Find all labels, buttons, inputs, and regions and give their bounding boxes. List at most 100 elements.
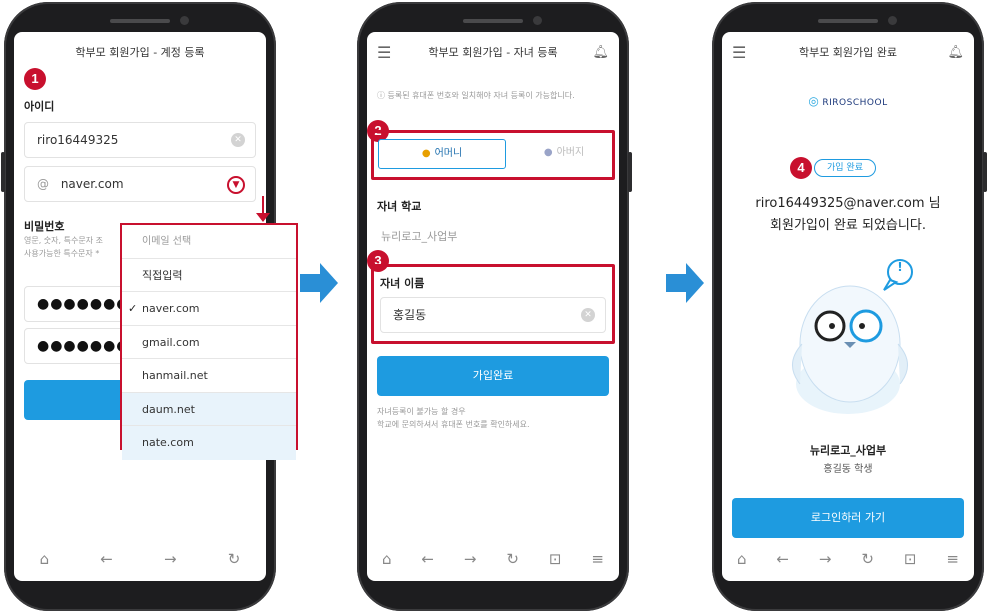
phone-topbar (433, 12, 553, 30)
go-to-login-label: 로그인하러 가기 (810, 511, 886, 524)
complete-button-label: 가입완료 (472, 369, 514, 382)
password-hint-2: 사용가능한 특수문자 * (24, 249, 100, 258)
clear-icon[interactable]: ✕ (231, 133, 245, 147)
screen-child-registration: ☰ 학부모 회원가입 - 자녀 등록 🔔︎ ⓘ 등록된 휴대폰 번호와 일치해야… (367, 32, 619, 581)
menu-icon[interactable]: ☰ (732, 40, 746, 66)
notice-text: ⓘ 등록된 휴대폰 번호와 일치해야 자녀 등록이 가능합니다. (377, 91, 575, 100)
dropdown-option[interactable]: daum.net (122, 392, 296, 426)
password-mask: ●●●●●●● (37, 296, 130, 312)
browser-nav: ⌂ ← → ↻ (14, 537, 266, 581)
school-name: 뉴리로고_사업부 (809, 444, 887, 457)
menu-icon[interactable]: ☰ (377, 40, 391, 66)
dropdown-option[interactable]: 직접입력 (122, 259, 296, 292)
go-to-login-button[interactable]: 로그인하러 가기 (732, 498, 964, 538)
tab-father[interactable]: ● 아버지 (510, 139, 618, 169)
option-label: daum.net (142, 402, 195, 416)
complete-message-1: riro16449325@naver.com 님 (755, 196, 941, 211)
refresh-icon[interactable]: ↻ (506, 550, 519, 568)
email-domain-dropdown: 이메일 선택 직접입력 ✓ naver.com gmail.com hanmail… (120, 223, 298, 460)
complete-button[interactable]: 가입완료 (377, 356, 609, 396)
home-icon[interactable]: ⌂ (737, 550, 747, 568)
page-title: 학부모 회원가입 - 자녀 등록 (428, 46, 558, 59)
refresh-icon[interactable]: ↻ (228, 550, 241, 568)
child-name-highlight: 자녀 이름 홍길동 ✕ (371, 264, 615, 344)
tabs-icon[interactable]: ⊡ (549, 550, 562, 568)
bell-icon[interactable]: 🔔︎ (947, 40, 964, 66)
next-step-arrow-icon (300, 263, 338, 303)
parent-type-highlight: ● 어머니 ● 아버지 (371, 130, 615, 180)
person-icon: ● (543, 147, 553, 158)
dropdown-header: 이메일 선택 (122, 225, 296, 259)
refresh-icon[interactable]: ↻ (861, 550, 874, 568)
phone-side-button (628, 152, 632, 192)
child-name-value: 홍길동 (393, 308, 427, 322)
clear-icon[interactable]: ✕ (581, 308, 595, 322)
logo-mark-icon: ◎ (808, 94, 820, 108)
phone-topbar (80, 12, 200, 30)
bell-icon[interactable]: 🔔︎ (592, 40, 609, 66)
stage: 학부모 회원가입 - 계정 등록 1 아이디 riro16449325 ✕ @ … (0, 0, 987, 613)
check-icon: ✓ (128, 302, 138, 315)
password-label: 비밀번호 (24, 220, 65, 233)
phone-side-button (1, 152, 5, 192)
more-icon[interactable]: ≡ (591, 550, 604, 568)
more-icon[interactable]: ≡ (946, 550, 959, 568)
tabs-icon[interactable]: ⊡ (904, 550, 917, 568)
dropdown-option-selected[interactable]: ✓ naver.com (122, 292, 296, 326)
tab-father-label: 아버지 (556, 147, 585, 158)
footnote-2: 학교에 문의하셔서 휴대폰 번호를 확인하세요. (377, 420, 530, 429)
school-value: 뉴리로고_사업부 (381, 230, 458, 243)
phone-2: ☰ 학부모 회원가입 - 자녀 등록 🔔︎ ⓘ 등록된 휴대폰 번호와 일치해야… (357, 2, 632, 611)
option-label: naver.com (142, 302, 200, 315)
chevron-down-icon[interactable]: ▼ (227, 176, 245, 194)
mascot-illustration (792, 259, 913, 414)
dropdown-option[interactable]: gmail.com (122, 326, 296, 359)
page-title: 학부모 회원가입 완료 (798, 46, 898, 59)
option-label: gmail.com (142, 335, 200, 349)
forward-icon[interactable]: → (464, 550, 477, 568)
logo-text: RIROSCHOOL (822, 98, 888, 108)
header: ☰ 학부모 회원가입 - 자녀 등록 🔔︎ (367, 40, 619, 66)
id-label: 아이디 (24, 100, 55, 113)
forward-icon[interactable]: → (164, 550, 177, 568)
footnote-1: 자녀등록이 불가능 할 경우 (377, 407, 466, 416)
forward-icon[interactable]: → (819, 550, 832, 568)
riroschool-logo: ◎ RIROSCHOOL (722, 94, 974, 108)
option-label: hanmail.net (142, 369, 208, 382)
browser-nav: ⌂ ← → ↻ ⊡ ≡ (367, 537, 619, 581)
email-domain-select[interactable]: @ naver.com ▼ (24, 166, 256, 202)
option-label: nate.com (142, 436, 194, 449)
status-badge: 가입 완료 (814, 159, 876, 177)
phone-3: ☰ 학부모 회원가입 완료 🔔︎ ◎ RIROSCHOOL 4 가입 완료 rir… (712, 2, 987, 611)
complete-message-2: 회원가입이 완료 되었습니다. (770, 218, 926, 233)
email-domain-value: naver.com (60, 177, 124, 191)
child-name-field[interactable]: 홍길동 ✕ (380, 297, 606, 333)
page-title: 학부모 회원가입 - 계정 등록 (75, 46, 205, 59)
student-name: 홍길동 학생 (823, 464, 873, 475)
option-label: 직접입력 (142, 268, 183, 282)
back-icon[interactable]: ← (776, 550, 789, 568)
header: 학부모 회원가입 - 계정 등록 (14, 40, 266, 66)
id-value: riro16449325 (37, 133, 119, 147)
step-marker-1: 1 (24, 68, 46, 90)
tab-mother[interactable]: ● 어머니 (378, 139, 506, 169)
step-marker-4: 4 (790, 157, 812, 179)
screen-registration-complete: ☰ 학부모 회원가입 완료 🔔︎ ◎ RIROSCHOOL 4 가입 완료 rir… (722, 32, 974, 581)
browser-nav: ⌂ ← → ↻ ⊡ ≡ (722, 537, 974, 581)
person-icon: ● (421, 148, 431, 159)
home-icon[interactable]: ⌂ (40, 550, 50, 568)
next-step-arrow-icon (666, 263, 704, 303)
dropdown-option[interactable]: hanmail.net (122, 359, 296, 393)
tab-mother-label: 어머니 (434, 148, 463, 159)
id-field[interactable]: riro16449325 ✕ (24, 122, 256, 158)
password-confirm-mask: ●●●●●●● (37, 338, 130, 354)
phone-side-button (983, 152, 987, 192)
back-icon[interactable]: ← (100, 550, 113, 568)
home-icon[interactable]: ⌂ (382, 550, 392, 568)
at-icon: @ (37, 177, 49, 191)
callout-arrow-icon (256, 213, 270, 222)
child-name-label: 자녀 이름 (380, 277, 425, 290)
dropdown-option[interactable]: nate.com (122, 426, 296, 460)
header: ☰ 학부모 회원가입 완료 🔔︎ (722, 40, 974, 66)
back-icon[interactable]: ← (421, 550, 434, 568)
